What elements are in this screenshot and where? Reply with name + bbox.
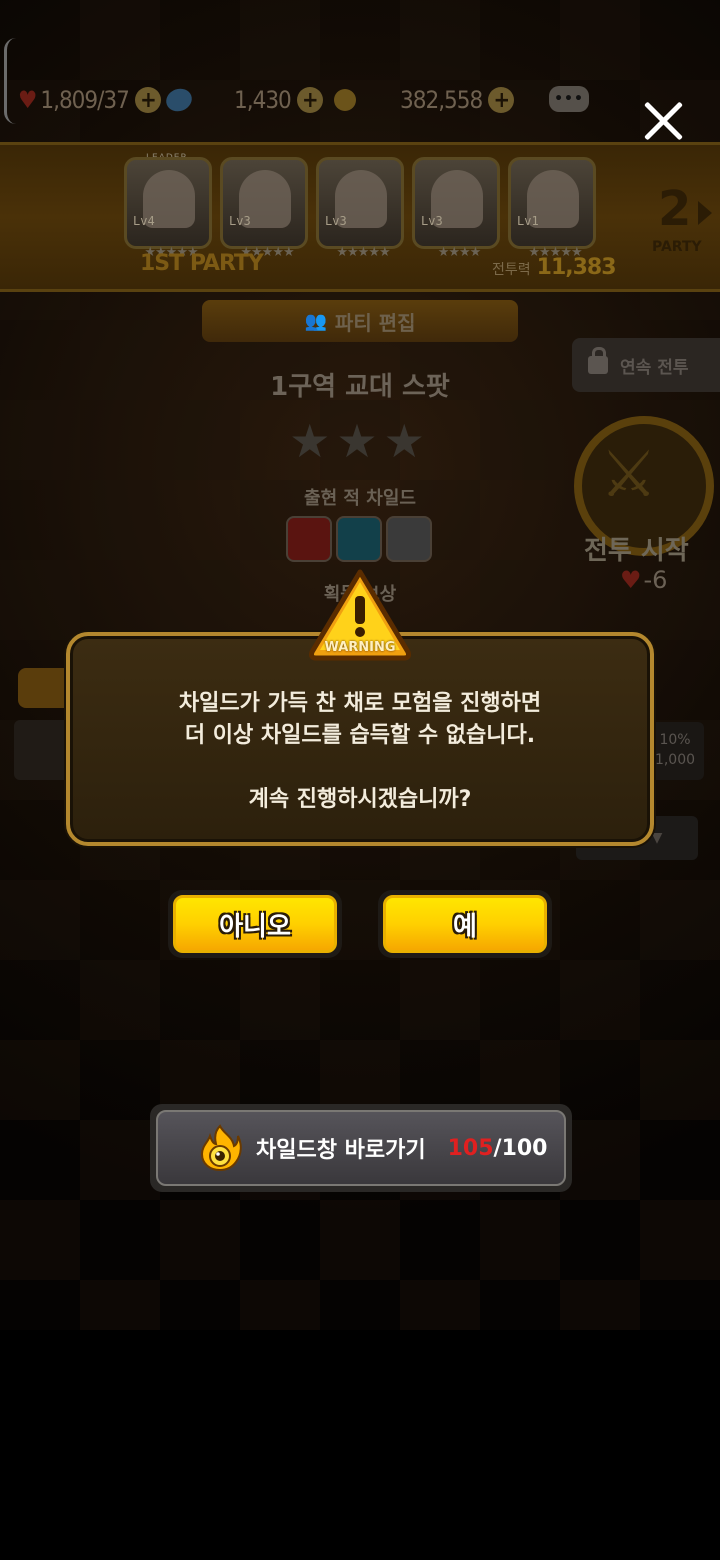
auto-battle-button[interactable]: 연속 전투 (572, 338, 720, 392)
warning-badge: WARNING (308, 568, 412, 664)
start-battle-cost: ♥ -6 (620, 566, 667, 594)
slot-level: Lv3 (325, 214, 347, 228)
next-party-label: PARTY (652, 239, 702, 255)
slot-level: Lv3 (229, 214, 251, 228)
side-item[interactable] (14, 720, 74, 780)
combat-power: 전투력 11,383 (492, 255, 617, 280)
party-slot-2[interactable]: Lv3 ★★★★★ (220, 157, 308, 260)
combat-power-value: 11,383 (536, 255, 617, 280)
heart-icon: ♥ (18, 86, 37, 114)
party-slot-1[interactable]: Lv4 ★★★★★ (124, 157, 212, 260)
party-slot-4[interactable]: Lv3 ★★★★ (412, 157, 500, 260)
chat-icon[interactable]: ••• (549, 86, 589, 112)
enemy-portrait[interactable] (386, 516, 432, 562)
resource-bar: ♥ 1,809 /37 + 1,430 + 382,558 + ••• (0, 70, 720, 130)
storage-max-count: /100 (493, 1135, 548, 1161)
party-slot-5[interactable]: Lv1 ★★★★★ (508, 157, 596, 260)
slot-stars: ★★★★★ (336, 245, 390, 260)
auto-battle-label: 연속 전투 (620, 357, 689, 378)
no-button[interactable]: 아니오 (168, 890, 342, 958)
gems-value: 1,430 (234, 86, 292, 114)
stage-stars: ★★★ (289, 414, 431, 468)
gold-counter: 382,558 + (334, 82, 515, 118)
warning-dialog: 차일드가 가득 찬 채로 모험을 진행하면 더 이상 차일드를 습득할 수 없습… (66, 632, 654, 846)
hearts-counter: ♥ 1,809 /37 + (18, 82, 161, 118)
coin-icon (334, 89, 356, 111)
shortcut-label: 차일드창 바로가기 (256, 1138, 426, 1163)
crossed-swords-icon: ⚔ (600, 438, 658, 512)
heart-icon: ♥ (620, 566, 642, 594)
lock-icon (588, 347, 608, 374)
drop-rate-pct: 10% (659, 732, 691, 748)
next-party-number[interactable]: 2 (658, 181, 691, 237)
add-gold-button[interactable]: + (488, 87, 515, 113)
start-cost-value: -6 (643, 566, 668, 594)
chevron-down-icon: ▼ (651, 830, 663, 846)
party-slot-3[interactable]: Lv3 ★★★★★ (316, 157, 404, 260)
enemy-portrait[interactable] (336, 516, 382, 562)
yes-button-label: 예 (383, 895, 547, 953)
combat-power-label: 전투력 (492, 262, 531, 278)
child-storage-shortcut-button[interactable]: 차일드창 바로가기 105 /100 (150, 1104, 572, 1192)
yes-button[interactable]: 예 (378, 890, 552, 958)
slot-stars: ★★★★ (437, 245, 482, 260)
add-gems-button[interactable]: + (296, 87, 323, 113)
people-icon: 👥 (304, 310, 327, 332)
close-icon[interactable] (640, 98, 686, 144)
hearts-max: /37 (97, 86, 130, 114)
add-hearts-button[interactable]: + (134, 87, 161, 113)
slot-level: Lv4 (133, 214, 155, 228)
stage-title: 1구역 교대 스팟 (270, 372, 450, 402)
next-party-arrow-icon[interactable] (698, 201, 712, 225)
slot-level: Lv3 (421, 214, 443, 228)
hearts-value: 1,809 (40, 86, 98, 114)
gems-counter: 1,430 + (163, 82, 323, 118)
gold-value: 382,558 (400, 86, 483, 114)
gem-icon (163, 85, 195, 115)
appearing-enemies-label: 출현 적 차일드 (304, 488, 416, 509)
enemy-portrait[interactable] (286, 516, 332, 562)
shortcut-inner: 차일드창 바로가기 105 /100 (156, 1110, 566, 1186)
party-bar: LEADER Lv4 ★★★★★ Lv3 ★★★★★ Lv3 ★★★★★ Lv3… (0, 142, 720, 292)
dialog-message: 차일드가 가득 찬 채로 모험을 진행하면 더 이상 차일드를 습득할 수 없습… (178, 691, 542, 812)
start-battle-label: 전투 시작 (584, 536, 689, 566)
edit-party-label: 파티 편집 (334, 310, 416, 335)
storage-current-count: 105 (447, 1135, 494, 1161)
slot-level: Lv1 (517, 214, 539, 228)
flame-eye-icon (200, 1124, 242, 1172)
no-button-label: 아니오 (173, 895, 337, 953)
warning-label: WARNING (324, 640, 396, 655)
party-label: 1ST PARTY (140, 251, 264, 276)
drop-rate-sub: 1,000 (654, 752, 696, 768)
edit-party-button[interactable]: 👥 파티 편집 (202, 300, 518, 342)
drop-rate-box: 10% 1,000 (646, 722, 704, 780)
start-battle-button[interactable]: ⚔ 전투 시작 ♥ -6 (568, 408, 720, 598)
